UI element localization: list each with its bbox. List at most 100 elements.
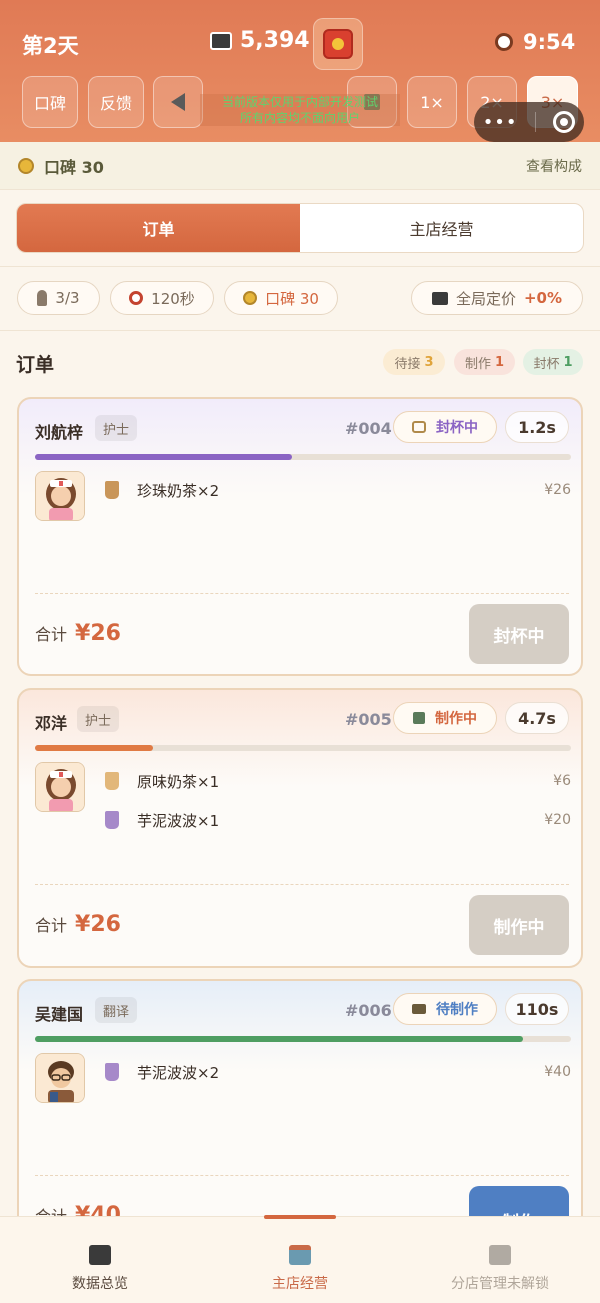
order-card[interactable]: 吴建国 翻译 #006 待制作 110s 芋泥波波×2 ¥40 合计 ¥40 制… bbox=[17, 979, 583, 1239]
order-action-button[interactable]: 制作中 bbox=[469, 895, 569, 955]
red-envelope-button[interactable] bbox=[313, 18, 363, 70]
nav-branch-locked[interactable]: 分店管理未解锁 bbox=[400, 1217, 600, 1303]
order-status: 制作中 bbox=[393, 702, 497, 734]
making-badge: 制作 1 bbox=[454, 349, 515, 375]
sound-button[interactable] bbox=[153, 76, 203, 128]
order-timer: 4.7s bbox=[505, 702, 569, 734]
pending-count: 3 bbox=[424, 354, 434, 370]
taro-drink-icon bbox=[105, 811, 119, 829]
order-number: #005 bbox=[345, 710, 392, 729]
order-number: #004 bbox=[345, 419, 392, 438]
dev-notice: 当前版本仅用于内部开发测试 所有内容均不面向用户 bbox=[200, 94, 400, 126]
order-progress bbox=[35, 1036, 571, 1042]
milk-tea-icon bbox=[105, 772, 119, 790]
divider bbox=[0, 266, 600, 267]
sealing-count: 1 bbox=[563, 354, 573, 370]
customer-avatar bbox=[35, 762, 85, 812]
pending-label: 待接 bbox=[394, 356, 421, 372]
pricing-value: +0% bbox=[523, 289, 563, 307]
taro-drink-icon bbox=[105, 1063, 119, 1081]
nav-label: 数据总览 bbox=[72, 1276, 128, 1292]
reputation-pill[interactable]: 口碑 30 bbox=[224, 281, 338, 315]
coin-balance: 5,394 bbox=[210, 28, 310, 53]
order-number: #006 bbox=[345, 1001, 392, 1020]
order-progress-fill bbox=[35, 1036, 523, 1042]
dev-notice-line2: 所有内容均不面向用户 bbox=[239, 111, 360, 125]
item-name: 珍珠奶茶×2 bbox=[137, 481, 220, 500]
reputation-bar: 口碑 30 查看构成 bbox=[0, 142, 600, 190]
item-name: 原味奶茶×1 bbox=[137, 772, 220, 791]
ticket-icon bbox=[412, 1004, 426, 1014]
staff-pill[interactable]: 3/3 bbox=[17, 281, 100, 315]
total-amount: ¥26 bbox=[75, 912, 121, 937]
global-pricing-pill[interactable]: 全局定价 +0% bbox=[411, 281, 583, 315]
making-label: 制作 bbox=[464, 356, 491, 372]
tab-main-store[interactable]: 主店经营 bbox=[300, 204, 583, 252]
order-status-label: 封杯中 bbox=[436, 420, 478, 436]
order-item: 芋泥波波×2 ¥40 bbox=[105, 1060, 571, 1084]
dashed-divider bbox=[35, 1175, 569, 1176]
alarm-clock-icon bbox=[495, 33, 513, 51]
reputation-pill-value: 口碑 30 bbox=[265, 289, 319, 308]
cash-register-icon bbox=[431, 291, 448, 305]
order-item: 芋泥波波×1 ¥20 bbox=[105, 808, 571, 832]
dashed-divider bbox=[35, 884, 569, 885]
customer-avatar bbox=[35, 1053, 85, 1103]
order-card[interactable]: 刘航梓 护士 #004 封杯中 1.2s 珍珠奶茶×2 ¥26 合计 ¥26 封… bbox=[17, 397, 583, 676]
close-miniprogram-icon[interactable] bbox=[553, 111, 576, 133]
customer-name: 吴建国 bbox=[35, 1005, 84, 1024]
cash-register-icon bbox=[210, 31, 232, 50]
sealing-label: 封杯 bbox=[533, 356, 560, 372]
staff-icon bbox=[37, 290, 48, 306]
order-status-label: 待制作 bbox=[436, 1002, 478, 1018]
total-amount: ¥26 bbox=[75, 621, 121, 646]
order-action-button[interactable]: 封杯中 bbox=[469, 604, 569, 664]
more-icon[interactable]: ••• bbox=[483, 112, 518, 133]
coin-amount: 5,394 bbox=[240, 28, 310, 53]
reputation-coin-icon bbox=[243, 291, 258, 305]
item-price: ¥26 bbox=[544, 482, 571, 498]
order-status: 待制作 bbox=[393, 993, 497, 1025]
duration-pill[interactable]: 120秒 bbox=[110, 281, 214, 315]
order-progress bbox=[35, 745, 571, 751]
item-price: ¥40 bbox=[544, 1064, 571, 1080]
item-price: ¥20 bbox=[544, 812, 571, 828]
item-name: 芋泥波波×2 bbox=[137, 1063, 220, 1082]
order-status-label: 制作中 bbox=[435, 711, 477, 727]
total-label: 合计 bbox=[35, 916, 68, 935]
pending-badge: 待接 3 bbox=[383, 349, 445, 375]
milk-tea-icon bbox=[105, 481, 119, 499]
nav-data-overview[interactable]: 数据总览 bbox=[0, 1217, 200, 1303]
speed-1x-button[interactable]: 1× bbox=[407, 76, 457, 128]
bottom-nav: 数据总览 主店经营 分店管理未解锁 bbox=[0, 1215, 600, 1303]
customer-role: 护士 bbox=[95, 415, 138, 441]
game-clock: 9:54 bbox=[495, 30, 575, 54]
customer-avatar bbox=[35, 471, 85, 521]
shop-icon bbox=[289, 1245, 311, 1265]
staff-count: 3/3 bbox=[55, 289, 80, 307]
feedback-button[interactable]: 反馈 bbox=[88, 76, 144, 128]
order-status: 封杯中 bbox=[393, 411, 497, 443]
reputation-button[interactable]: 口碑 bbox=[22, 76, 78, 128]
nav-label: 分店管理未解锁 bbox=[451, 1276, 549, 1292]
order-progress-fill bbox=[35, 745, 153, 751]
view-breakdown-link[interactable]: 查看构成 bbox=[526, 156, 582, 176]
shaker-icon bbox=[413, 712, 425, 724]
orders-title: 订单 bbox=[16, 354, 55, 376]
order-total: 合计 ¥26 bbox=[35, 912, 121, 937]
dev-notice-line1: 当前版本仅用于内部开发测试 bbox=[221, 95, 378, 109]
order-card[interactable]: 邓洋 护士 #005 制作中 4.7s 原味奶茶×1 ¥6 芋泥波波×1 ¥20… bbox=[17, 688, 583, 968]
total-label: 合计 bbox=[35, 625, 68, 644]
day-label: 第2天 bbox=[22, 34, 79, 58]
nav-main-store[interactable]: 主店经营 bbox=[200, 1217, 400, 1303]
customer-role: 护士 bbox=[77, 706, 120, 732]
main-tabs: 订单 主店经营 bbox=[16, 203, 584, 253]
order-item: 原味奶茶×1 ¥6 bbox=[105, 769, 571, 793]
branch-shop-icon bbox=[489, 1245, 511, 1265]
timer-icon bbox=[129, 291, 144, 305]
item-price: ¥6 bbox=[553, 773, 571, 789]
top-header: 第2天 5,394 9:54 口碑 反馈 1× 2× 3× 当前版本仅用于内部开… bbox=[0, 0, 600, 142]
tab-orders[interactable]: 订单 bbox=[17, 204, 300, 252]
nav-label: 主店经营 bbox=[272, 1276, 328, 1292]
order-timer: 1.2s bbox=[505, 411, 569, 443]
